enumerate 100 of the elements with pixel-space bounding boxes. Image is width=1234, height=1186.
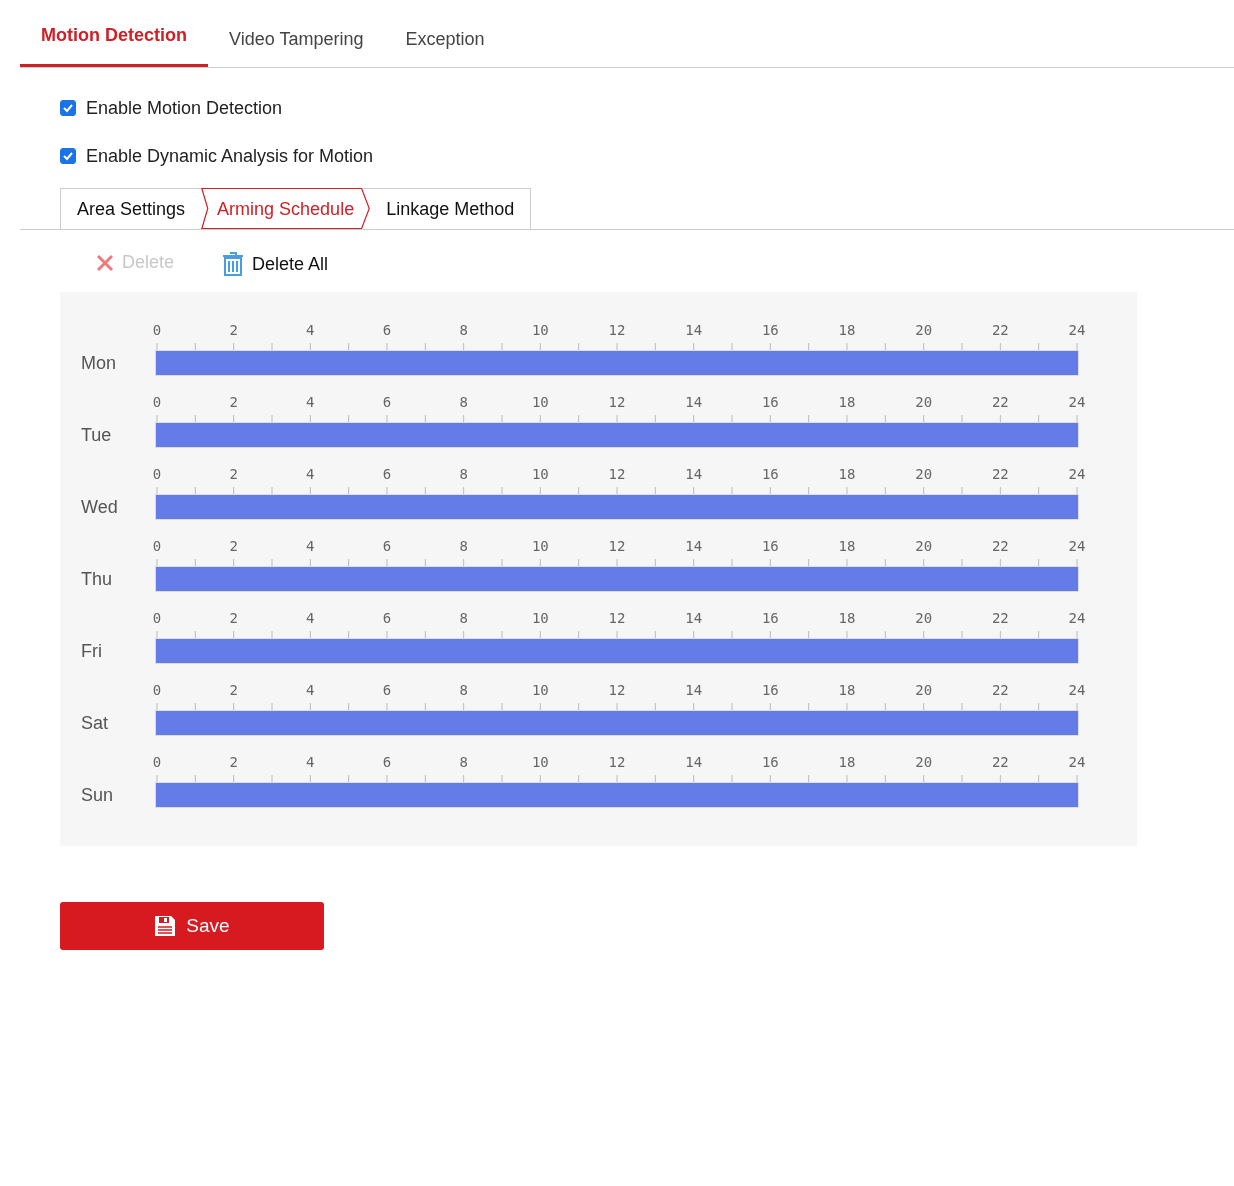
hour-label: 0 [152,754,162,770]
hour-label: 22 [991,466,1009,482]
hour-label: 14 [685,754,703,770]
hour-label: 12 [608,466,626,482]
hour-label: 12 [608,682,626,698]
day-label: Sun [80,784,115,807]
hour-label: 6 [382,322,392,338]
hour-label: 0 [152,322,162,338]
hour-label: 24 [1068,754,1086,770]
schedule-bar[interactable] [156,423,1078,447]
hour-label: 16 [761,466,779,482]
hour-label: 8 [459,682,468,698]
hour-label: 14 [685,466,703,482]
hour-label: 10 [531,394,549,410]
hour-label: 20 [915,610,933,626]
hour-label: 20 [915,466,933,482]
tab[interactable]: Motion Detection [20,14,208,67]
hour-label: 18 [838,610,856,626]
hour-label: 24 [1068,610,1086,626]
hour-label: 2 [229,682,238,698]
hour-label: 2 [229,610,238,626]
hour-label: 20 [915,754,933,770]
hour-label: 24 [1068,466,1086,482]
step-tab[interactable]: Linkage Method [370,189,531,229]
hour-label: 8 [459,610,468,626]
checkbox-label: Enable Motion Detection [86,97,283,119]
schedule-bar[interactable] [156,711,1078,735]
hour-label: 18 [838,538,856,554]
hour-label: 22 [991,754,1009,770]
hour-label: 16 [761,394,779,410]
hour-label: 24 [1068,538,1086,554]
toolbar-button[interactable]: Delete All [222,252,329,276]
hour-label: 12 [608,394,626,410]
checkbox[interactable] [60,148,76,164]
hour-label: 20 [915,394,933,410]
hour-label: 10 [531,466,549,482]
hour-label: 6 [382,754,392,770]
schedule-bar[interactable] [156,495,1078,519]
hour-label: 4 [306,466,315,482]
hour-label: 4 [306,682,315,698]
hour-label: 14 [685,538,703,554]
hour-label: 24 [1068,394,1086,410]
hour-label: 12 [608,322,626,338]
hour-label: 0 [152,466,162,482]
hour-label: 10 [531,538,549,554]
hour-label: 22 [991,682,1009,698]
tab[interactable]: Exception [384,14,506,67]
hour-label: 22 [991,610,1009,626]
hour-label: 4 [306,322,315,338]
hour-label: 22 [991,394,1009,410]
hour-label: 2 [229,754,238,770]
hour-label: 10 [531,322,549,338]
hour-label: 16 [761,610,779,626]
schedule-bar[interactable] [156,783,1078,807]
hour-label: 4 [306,610,315,626]
hour-label: 2 [229,466,238,482]
hour-label: 10 [531,754,549,770]
close-icon [96,253,114,272]
hour-label: 16 [761,682,779,698]
hour-label: 0 [152,394,162,410]
hour-label: 24 [1068,682,1086,698]
trash-icon [222,252,245,276]
step-tab[interactable]: Area Settings [61,189,202,229]
hour-label: 20 [915,538,933,554]
checkbox-label: Enable Dynamic Analysis for Motion [86,145,374,167]
hour-label: 0 [152,610,162,626]
hour-label: 18 [838,466,856,482]
save-button[interactable]: Save [60,902,324,950]
hour-label: 0 [152,538,162,554]
schedule-bar[interactable] [156,567,1078,591]
hour-label: 0 [152,682,162,698]
hour-label: 10 [531,682,549,698]
day-label: Sat [80,712,110,735]
hour-label: 6 [382,682,392,698]
hour-label: 8 [459,394,468,410]
hour-label: 16 [761,322,779,338]
hour-label: 6 [382,538,392,554]
hour-label: 6 [382,610,392,626]
hour-label: 22 [991,538,1009,554]
hour-label: 2 [229,322,238,338]
hour-label: 8 [459,322,468,338]
day-label: Mon [80,352,117,375]
schedule-bar[interactable] [156,351,1078,375]
checkbox[interactable] [60,100,76,116]
hour-label: 8 [459,466,468,482]
tab[interactable]: Video Tampering [208,14,385,67]
hour-label: 2 [229,538,238,554]
hour-label: 14 [685,394,703,410]
hour-label: 16 [761,754,779,770]
hour-label: 20 [915,322,933,338]
hour-label: 16 [761,538,779,554]
schedule-bar[interactable] [156,639,1078,663]
hour-label: 14 [685,322,703,338]
hour-label: 4 [306,754,315,770]
hour-label: 2 [229,394,238,410]
step-tab[interactable]: Arming Schedule [201,189,371,229]
hour-label: 22 [991,322,1009,338]
hour-label: 10 [531,610,549,626]
hour-label: 4 [306,538,315,554]
day-label: Tue [80,424,113,447]
